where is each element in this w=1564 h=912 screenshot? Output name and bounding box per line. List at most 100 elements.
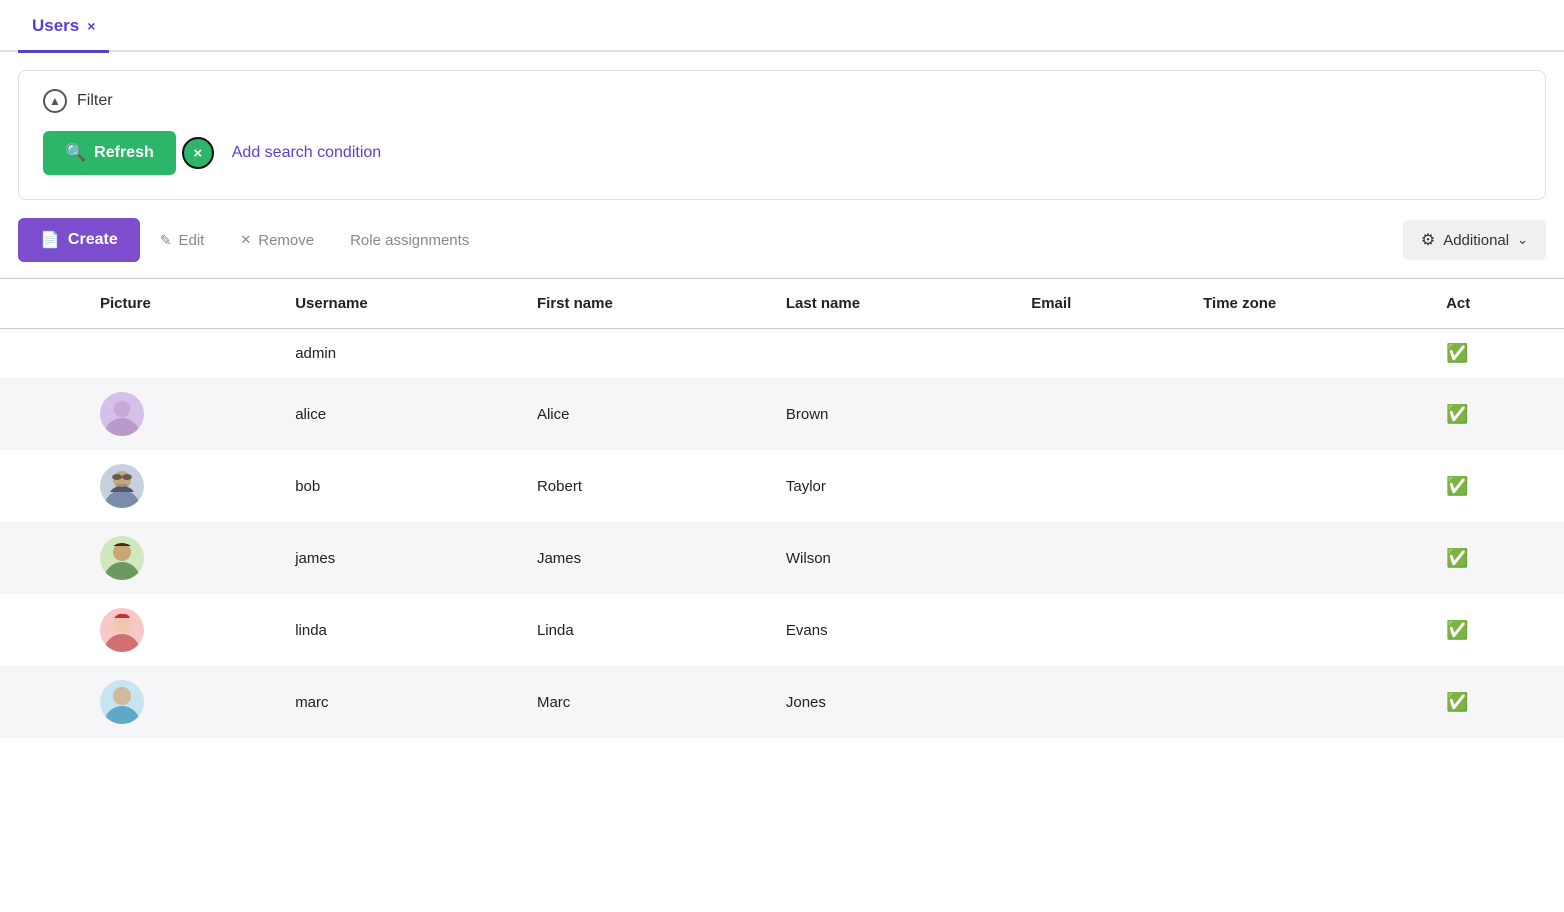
row-active: ✅ — [1426, 378, 1564, 450]
create-label: Create — [68, 231, 118, 249]
row-timezone — [1183, 450, 1426, 522]
col-header-username: Username — [275, 279, 517, 329]
row-timezone — [1183, 594, 1426, 666]
row-active: ✅ — [1426, 329, 1564, 379]
table-row[interactable]: bobRobertTaylor ✅ — [0, 450, 1564, 522]
filter-label: Filter — [77, 92, 113, 110]
table-row[interactable]: lindaLindaEvans ✅ — [0, 594, 1564, 666]
row-lastname: Wilson — [766, 522, 1011, 594]
tab-users-label: Users — [32, 16, 79, 36]
row-email — [1011, 450, 1183, 522]
row-avatar-cell — [80, 666, 275, 738]
avatar — [100, 464, 144, 508]
additional-button[interactable]: ⚙ Additional ⌄ — [1403, 220, 1546, 260]
col-header-picture — [0, 279, 80, 329]
create-button[interactable]: 📄 Create — [18, 218, 140, 262]
active-check-icon: ✅ — [1446, 404, 1468, 424]
gear-icon: ⚙ — [1421, 230, 1435, 250]
filter-toggle-icon[interactable]: ▲ — [43, 89, 67, 113]
tab-close-icon[interactable]: × — [87, 19, 95, 33]
row-timezone — [1183, 522, 1426, 594]
row-username: admin — [275, 329, 517, 379]
col-header-lastname: Last name — [766, 279, 1011, 329]
tab-users[interactable]: Users × — [18, 1, 109, 53]
active-check-icon: ✅ — [1446, 476, 1468, 496]
edit-label: Edit — [178, 232, 204, 249]
row-avatar-cell — [80, 594, 275, 666]
avatar — [100, 536, 144, 580]
table-row[interactable]: jamesJamesWilson ✅ — [0, 522, 1564, 594]
table-header-row: Picture Username First name Last name Em… — [0, 279, 1564, 329]
edit-button[interactable]: ✎ Edit — [144, 222, 221, 259]
document-icon: 📄 — [40, 230, 60, 250]
table-row[interactable]: admin ✅ — [0, 329, 1564, 379]
refresh-label: Refresh — [94, 144, 154, 162]
remove-icon: ✕ — [240, 232, 251, 248]
avatar — [100, 608, 144, 652]
row-active: ✅ — [1426, 594, 1564, 666]
row-avatar-cell — [80, 522, 275, 594]
refresh-button[interactable]: 🔍 Refresh — [43, 131, 176, 175]
row-checkbox-cell — [0, 522, 80, 594]
row-active: ✅ — [1426, 666, 1564, 738]
row-email — [1011, 378, 1183, 450]
row-firstname: Alice — [517, 378, 766, 450]
row-avatar-cell — [80, 329, 275, 379]
active-check-icon: ✅ — [1446, 692, 1468, 712]
row-checkbox-cell — [0, 450, 80, 522]
refresh-close-circle[interactable]: × — [182, 137, 214, 169]
row-timezone — [1183, 666, 1426, 738]
add-search-condition-link[interactable]: Add search condition — [232, 144, 381, 162]
row-timezone — [1183, 329, 1426, 379]
row-checkbox-cell — [0, 594, 80, 666]
row-lastname: Evans — [766, 594, 1011, 666]
row-checkbox-cell — [0, 329, 80, 379]
row-checkbox-cell — [0, 378, 80, 450]
remove-label: Remove — [258, 232, 314, 249]
close-icon: × — [193, 145, 202, 162]
col-header-active: Act — [1426, 279, 1564, 329]
row-email — [1011, 666, 1183, 738]
row-username: alice — [275, 378, 517, 450]
row-lastname: Brown — [766, 378, 1011, 450]
row-firstname: Linda — [517, 594, 766, 666]
table-row[interactable]: aliceAliceBrown ✅ — [0, 378, 1564, 450]
users-table-wrap: Picture Username First name Last name Em… — [0, 278, 1564, 738]
users-table: Picture Username First name Last name Em… — [0, 278, 1564, 738]
active-check-icon: ✅ — [1446, 343, 1468, 363]
table-row[interactable]: marcMarcJones ✅ — [0, 666, 1564, 738]
row-checkbox-cell — [0, 666, 80, 738]
row-lastname: Taylor — [766, 450, 1011, 522]
filter-card: ▲ Filter 🔍 Refresh × Add search conditio… — [18, 70, 1546, 200]
filter-actions: 🔍 Refresh × Add search condition — [43, 131, 1521, 175]
search-icon: 🔍 — [65, 143, 86, 163]
avatar — [100, 392, 144, 436]
row-firstname: Robert — [517, 450, 766, 522]
row-firstname: James — [517, 522, 766, 594]
row-lastname — [766, 329, 1011, 379]
avatar — [100, 680, 144, 724]
row-firstname — [517, 329, 766, 379]
role-assignments-label: Role assignments — [350, 232, 469, 249]
row-active: ✅ — [1426, 450, 1564, 522]
active-check-icon: ✅ — [1446, 548, 1468, 568]
role-assignments-button[interactable]: Role assignments — [334, 222, 485, 259]
row-active: ✅ — [1426, 522, 1564, 594]
row-avatar-cell — [80, 450, 275, 522]
row-email — [1011, 594, 1183, 666]
chevron-down-icon: ⌄ — [1517, 232, 1528, 248]
row-lastname: Jones — [766, 666, 1011, 738]
toolbar: 📄 Create ✎ Edit ✕ Remove Role assignment… — [0, 200, 1564, 262]
row-firstname: Marc — [517, 666, 766, 738]
pencil-icon: ✎ — [160, 232, 172, 249]
active-check-icon: ✅ — [1446, 620, 1468, 640]
row-username: james — [275, 522, 517, 594]
row-username: marc — [275, 666, 517, 738]
col-header-firstname: First name — [517, 279, 766, 329]
row-username: bob — [275, 450, 517, 522]
additional-label: Additional — [1443, 232, 1509, 249]
row-email — [1011, 329, 1183, 379]
row-username: linda — [275, 594, 517, 666]
remove-button[interactable]: ✕ Remove — [224, 222, 330, 259]
tab-bar: Users × — [0, 0, 1564, 52]
